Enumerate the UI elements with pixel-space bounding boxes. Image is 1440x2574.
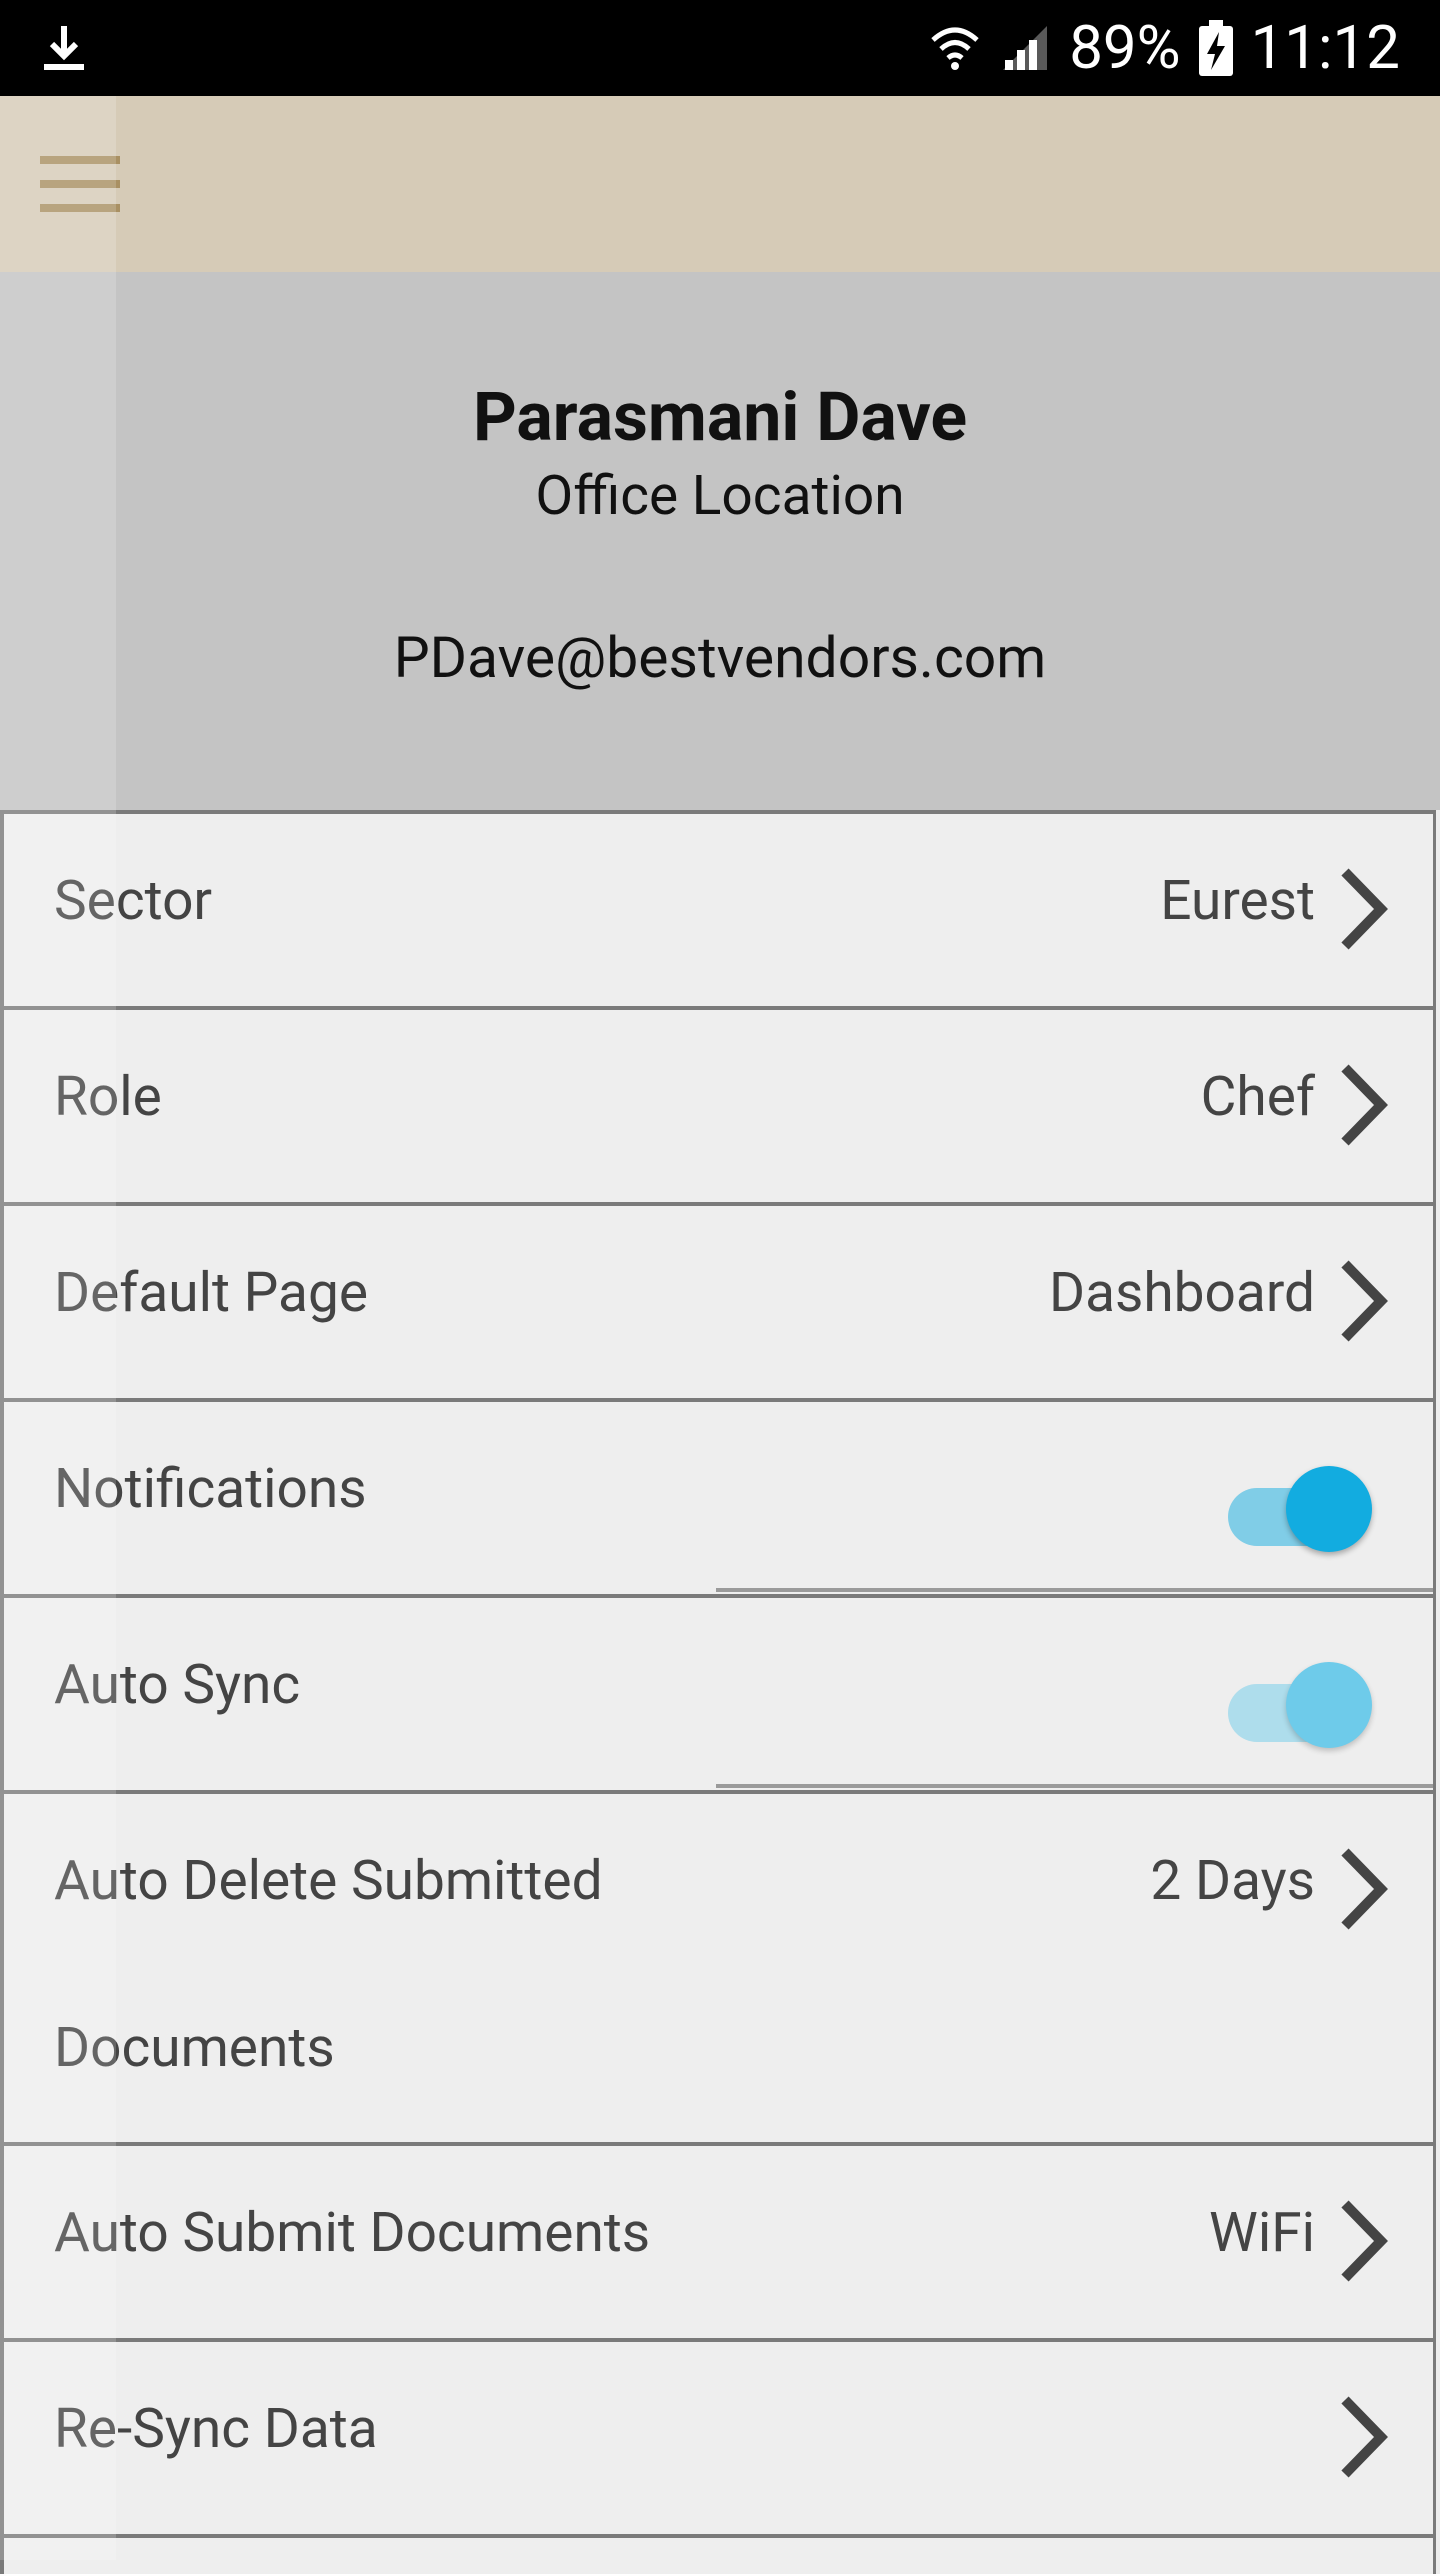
settings-row-sector[interactable]: Sector Eurest (0, 810, 1436, 1010)
wifi-icon (931, 27, 979, 70)
settings-row-resync[interactable]: Re-Sync Data (0, 2338, 1436, 2538)
row-value: Dashboard (1048, 1261, 1315, 1325)
notifications-toggle[interactable] (1228, 1466, 1373, 1556)
settings-row-auto-submit[interactable]: Auto Submit Documents WiFi (0, 2142, 1436, 2342)
chevron-right-icon (1341, 868, 1388, 950)
chevron-right-icon (1341, 1848, 1388, 1930)
row-value: Eurest (1160, 869, 1315, 933)
row-label: Auto Sync (54, 1653, 301, 1717)
row-value: WiFi (1209, 2201, 1315, 2265)
signal-icon (1003, 26, 1048, 70)
row-label: Auto Submit Documents (54, 2201, 651, 2265)
row-value: 2 Days (1150, 1849, 1315, 1913)
row-value: Chef (1200, 1065, 1315, 1129)
settings-row-default-page[interactable]: Default Page Dashboard (0, 1202, 1436, 1402)
settings-row-partial (0, 2534, 1436, 2574)
chevron-right-icon (1341, 1064, 1388, 1146)
row-label: Sector (54, 869, 213, 933)
chevron-right-icon (1341, 2200, 1388, 2282)
row-label: Default Page (54, 1261, 368, 1325)
settings-row-auto-delete[interactable]: Auto Delete Submitted Documents 2 Days (0, 1790, 1436, 2146)
chevron-right-icon (1341, 1260, 1388, 1342)
settings-row-notifications: Notifications (0, 1398, 1436, 1598)
row-label: Notifications (54, 1457, 367, 1521)
download-icon (44, 26, 84, 70)
row-label: Re-Sync Data (54, 2397, 378, 2461)
row-label-line2: Documents (54, 2016, 335, 2080)
chevron-right-icon (1341, 2396, 1388, 2478)
profile-location: Office Location (535, 464, 905, 528)
settings-row-auto-sync: Auto Sync (0, 1594, 1436, 1794)
row-label: Role (54, 1065, 162, 1129)
row-label-line1: Auto Delete Submitted (54, 1849, 603, 1913)
app-bar (0, 96, 1440, 272)
profile-email: PDave@bestvendors.com (393, 624, 1047, 691)
clock: 11:12 (1250, 12, 1400, 83)
settings-row-role[interactable]: Role Chef (0, 1006, 1436, 1206)
hamburger-menu-icon[interactable] (40, 156, 120, 212)
status-bar: 89% 11:12 (0, 0, 1440, 96)
battery-percent: 89% (1069, 12, 1181, 83)
profile-name: Parasmani Dave (472, 377, 968, 457)
profile-header: Parasmani Dave Office Location PDave@bes… (0, 272, 1440, 810)
auto-sync-toggle[interactable] (1228, 1662, 1373, 1752)
battery-charging-icon (1198, 20, 1233, 76)
